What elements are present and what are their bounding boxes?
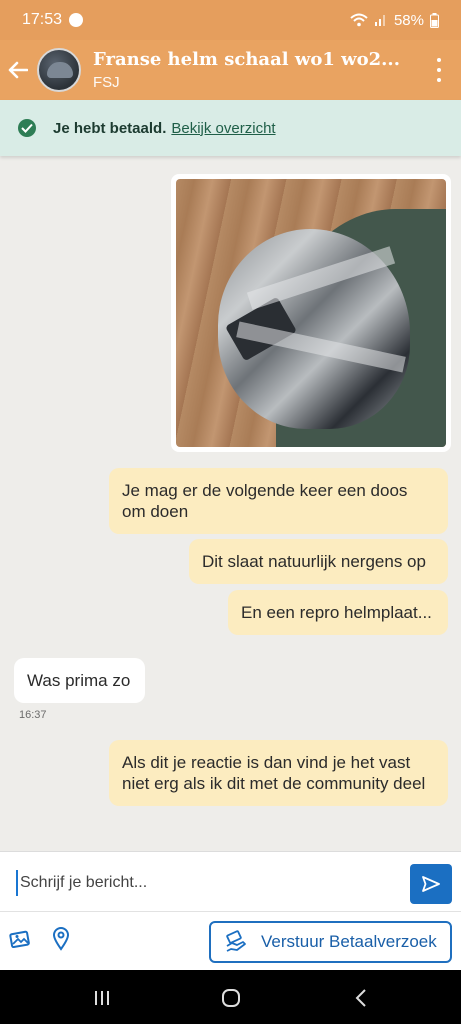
battery-text: 58% [393,11,424,29]
banner-text: Je hebt betaald. [53,119,167,137]
image-message[interactable] [171,174,451,452]
check-circle-icon [18,119,36,137]
send-payment-request-button[interactable]: Verstuur Betaalverzoek [209,921,452,963]
money-hand-icon [223,929,249,955]
status-bar: 17:53 58% [0,0,461,40]
conversation-subtitle: FSJ [93,74,120,91]
conversation-title: Franse helm schaal wo1 wo2... [93,49,400,70]
status-right: 58% [350,12,439,29]
photos-icon[interactable] [8,926,34,952]
signal-icon [374,15,385,26]
message-timestamp: 16:37 [19,709,47,721]
helmet-photo [176,179,446,447]
send-button[interactable] [410,864,452,904]
back-button[interactable] [0,40,36,100]
avatar[interactable] [37,48,81,92]
arrow-left-icon [8,61,28,79]
more-vertical-icon[interactable] [435,58,443,82]
back-nav-icon[interactable] [347,984,375,1012]
recent-apps-icon[interactable] [88,984,116,1012]
outgoing-message[interactable]: Als dit je reactie is dan vind je het va… [109,740,448,806]
outgoing-message[interactable]: Dit slaat natuurlijk nergens op [189,539,448,584]
location-pin-icon[interactable] [48,926,74,952]
wifi-icon [350,13,368,27]
view-overview-link[interactable]: Bekijk overzicht [171,120,275,137]
pay-request-label: Verstuur Betaalverzoek [261,932,437,951]
message-composer [0,851,461,911]
send-icon [422,876,440,892]
home-icon[interactable] [217,984,245,1012]
message-input[interactable] [16,870,396,896]
system-navigation-bar [0,970,461,1024]
payment-banner: Je hebt betaald. Bekijk overzicht [0,100,461,156]
header-titles[interactable]: Franse helm schaal wo1 wo2... FSJ [93,49,413,91]
incoming-message[interactable]: Was prima zo [14,658,145,703]
messenger-icon [69,13,84,27]
outgoing-message[interactable]: Je mag er de volgende keer een doos om d… [109,468,448,534]
outgoing-message[interactable]: En een repro helmplaat... [228,590,448,635]
action-bar: Verstuur Betaalverzoek [0,911,461,970]
battery-icon [430,12,439,28]
message-list[interactable]: Je mag er de volgende keer een doos om d… [0,156,461,851]
conversation-header: Franse helm schaal wo1 wo2... FSJ [0,40,461,100]
status-time: 17:53 [22,11,63,28]
